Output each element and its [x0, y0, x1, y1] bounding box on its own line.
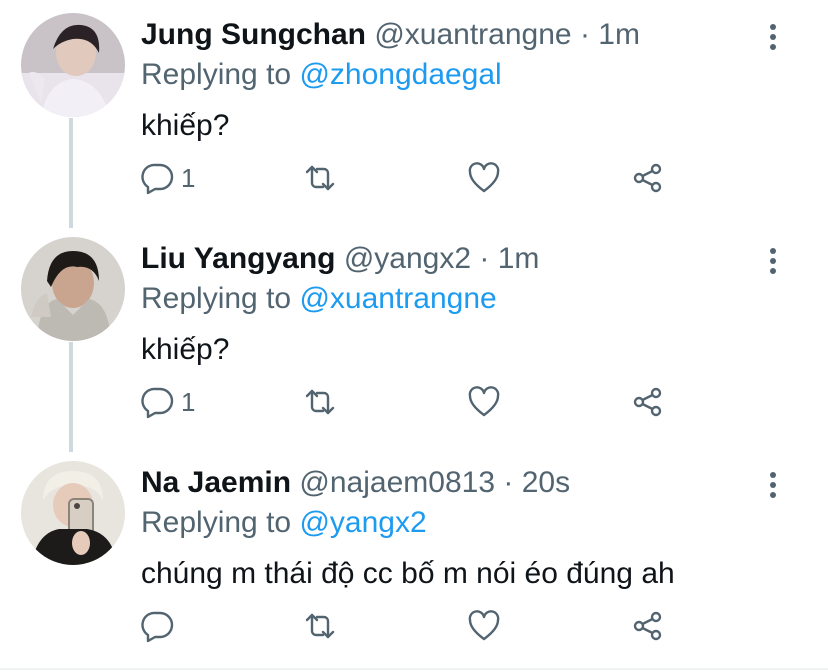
more-vertical-icon[interactable] — [763, 470, 783, 500]
username[interactable]: @xuantrangne — [374, 18, 571, 51]
tweet[interactable]: Na Jaemin @najaem0813 · 20s Replying to … — [0, 448, 828, 672]
display-name[interactable]: Jung Sungchan — [141, 18, 366, 51]
reply-button[interactable]: 1 — [141, 382, 195, 422]
separator-dot: · — [503, 466, 514, 499]
avatar[interactable] — [21, 237, 125, 341]
reply-button[interactable] — [141, 606, 181, 646]
share-icon — [633, 611, 662, 641]
heart-icon — [468, 162, 500, 193]
avatar[interactable] — [21, 13, 125, 117]
heart-icon — [468, 610, 500, 641]
tweet-text: khiếp? — [141, 109, 230, 142]
retweet-button[interactable] — [303, 382, 337, 422]
retweet-button[interactable] — [303, 606, 337, 646]
share-icon — [633, 163, 662, 193]
reply-icon — [141, 611, 174, 643]
timestamp[interactable]: 1m — [498, 242, 540, 275]
mention-link[interactable]: @xuantrangne — [299, 282, 496, 315]
tweet-header: Jung Sungchan @xuantrangne · 1m — [141, 16, 640, 54]
reply-count: 1 — [181, 163, 196, 193]
reply-button[interactable]: 1 — [141, 158, 195, 198]
tweet[interactable]: Jung Sungchan @xuantrangne · 1m Replying… — [0, 0, 828, 224]
tweet-actions: 1 — [141, 382, 701, 422]
like-button[interactable] — [467, 382, 501, 422]
share-button[interactable] — [631, 606, 665, 646]
timestamp[interactable]: 1m — [598, 18, 640, 51]
replying-to-label: Replying to — [141, 282, 292, 315]
share-button[interactable] — [631, 382, 665, 422]
tweet-header: Na Jaemin @najaem0813 · 20s — [141, 464, 570, 502]
share-button[interactable] — [631, 158, 665, 198]
replying-to-label: Replying to — [141, 506, 292, 539]
tweet-text: khiếp? — [141, 333, 230, 366]
tweet-actions: 1 — [141, 158, 701, 198]
replying-to: Replying to @zhongdaegal — [141, 56, 502, 94]
timestamp[interactable]: 20s — [522, 466, 570, 499]
avatar[interactable] — [21, 461, 125, 565]
replying-to: Replying to @yangx2 — [141, 504, 427, 542]
mention-link[interactable]: @zhongdaegal — [299, 58, 501, 91]
reply-count: 1 — [181, 387, 196, 417]
tweet-text: chúng m thái độ cc bố m nói éo đúng ah — [141, 557, 675, 590]
replying-to-label: Replying to — [141, 58, 292, 91]
display-name[interactable]: Na Jaemin — [141, 466, 291, 499]
display-name[interactable]: Liu Yangyang — [141, 242, 336, 275]
tweet-actions — [141, 606, 701, 646]
share-icon — [633, 387, 662, 417]
retweet-button[interactable] — [303, 158, 337, 198]
username[interactable]: @yangx2 — [344, 242, 471, 275]
retweet-icon — [305, 165, 335, 191]
more-vertical-icon[interactable] — [763, 22, 783, 52]
separator-dot: · — [479, 242, 490, 275]
reply-icon — [141, 387, 174, 419]
tweet-header: Liu Yangyang @yangx2 · 1m — [141, 240, 539, 278]
like-button[interactable] — [467, 158, 501, 198]
heart-icon — [468, 386, 500, 417]
more-vertical-icon[interactable] — [763, 246, 783, 276]
retweet-icon — [305, 389, 335, 415]
separator-dot: · — [579, 18, 590, 51]
reply-icon — [141, 163, 174, 195]
tweet[interactable]: Liu Yangyang @yangx2 · 1m Replying to @x… — [0, 224, 828, 448]
username[interactable]: @najaem0813 — [299, 466, 495, 499]
replying-to: Replying to @xuantrangne — [141, 280, 497, 318]
mention-link[interactable]: @yangx2 — [299, 506, 426, 539]
like-button[interactable] — [467, 606, 501, 646]
retweet-icon — [305, 613, 335, 639]
